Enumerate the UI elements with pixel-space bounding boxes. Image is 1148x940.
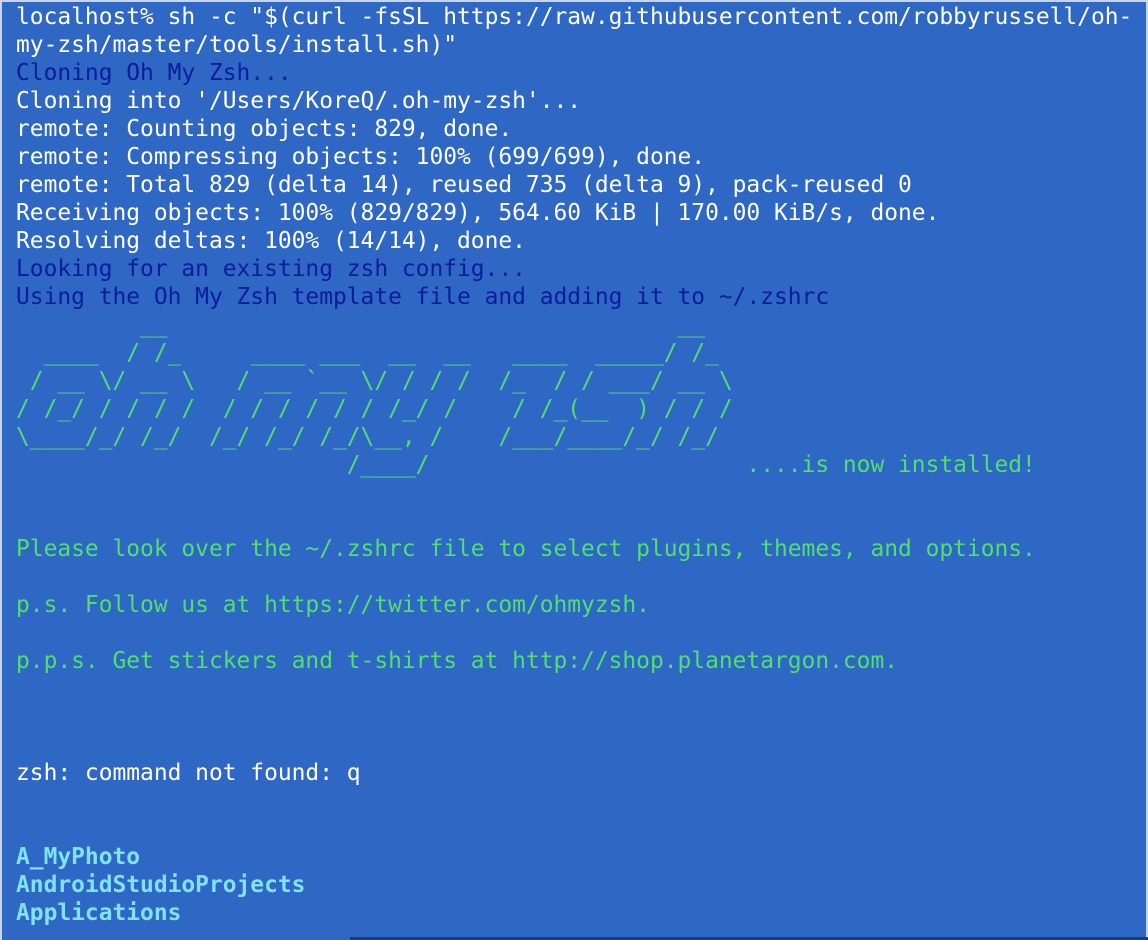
- ascii-logo-line: ____ / /_ ____ ___ __ __ ____ _____/ /_: [16, 340, 747, 366]
- prompt-line: [➜ ~ ]: [16, 703, 1136, 731]
- prompt-line: [➜ ~ ]: [16, 787, 1136, 815]
- ascii-logo: __ __ ____ / /_ ____ ___ __ __ ____ ____…: [16, 311, 1136, 479]
- ascii-logo-line: / __ \/ __ \ / __ `__ \/ / / / /_ / / __…: [16, 368, 747, 394]
- output-line: Receiving objects: 100% (829/829), 564.6…: [16, 200, 940, 226]
- ascii-logo-line: /____/ ....is now installed!: [16, 452, 1036, 478]
- post-install-message: p.s. Follow us at https://twitter.com/oh…: [16, 592, 650, 618]
- output-line: Cloning Oh My Zsh...: [16, 60, 292, 86]
- output-line: Using the Oh My Zsh template file and ad…: [16, 284, 830, 310]
- output-line: Resolving deltas: 100% (14/14), done.: [16, 228, 526, 254]
- ascii-logo-line: __ __: [16, 312, 747, 338]
- output-line: remote: Compressing objects: 100% (699/6…: [16, 144, 706, 170]
- output-line: remote: Total 829 (delta 14), reused 735…: [16, 172, 912, 198]
- command-line: localhost% sh -c "$(curl -fsSL https://r…: [16, 4, 1133, 58]
- ls-entry-directory: AndroidStudioProjects: [16, 872, 306, 898]
- output-line: Looking for an existing zsh config...: [16, 256, 526, 282]
- prompt-line: [➜ ~ q]: [16, 731, 1136, 759]
- ls-entry-directory: Applications: [16, 900, 182, 926]
- post-install-message: Please look over the ~/.zshrc file to se…: [16, 536, 1036, 562]
- error-message: zsh: command not found: q: [16, 760, 361, 786]
- output-line: Cloning into '/Users/KoreQ/.oh-my-zsh'..…: [16, 88, 582, 114]
- post-install-message: p.p.s. Get stickers and t-shirts at http…: [16, 648, 899, 674]
- ls-entry-directory: A_MyPhoto: [16, 844, 141, 870]
- prompt-line: [➜ ~ ls]: [16, 815, 1136, 843]
- terminal-output[interactable]: localhost% sh -c "$(curl -fsSL https://r…: [16, 3, 1136, 927]
- ascii-logo-line: \____/_/ /_/ /_/ /_/ /_/\__, / /___/____…: [16, 424, 747, 450]
- ascii-logo-line: / /_/ / / / / / / / / / / /_/ / / /_(__ …: [16, 396, 747, 422]
- output-line: remote: Counting objects: 829, done.: [16, 116, 513, 142]
